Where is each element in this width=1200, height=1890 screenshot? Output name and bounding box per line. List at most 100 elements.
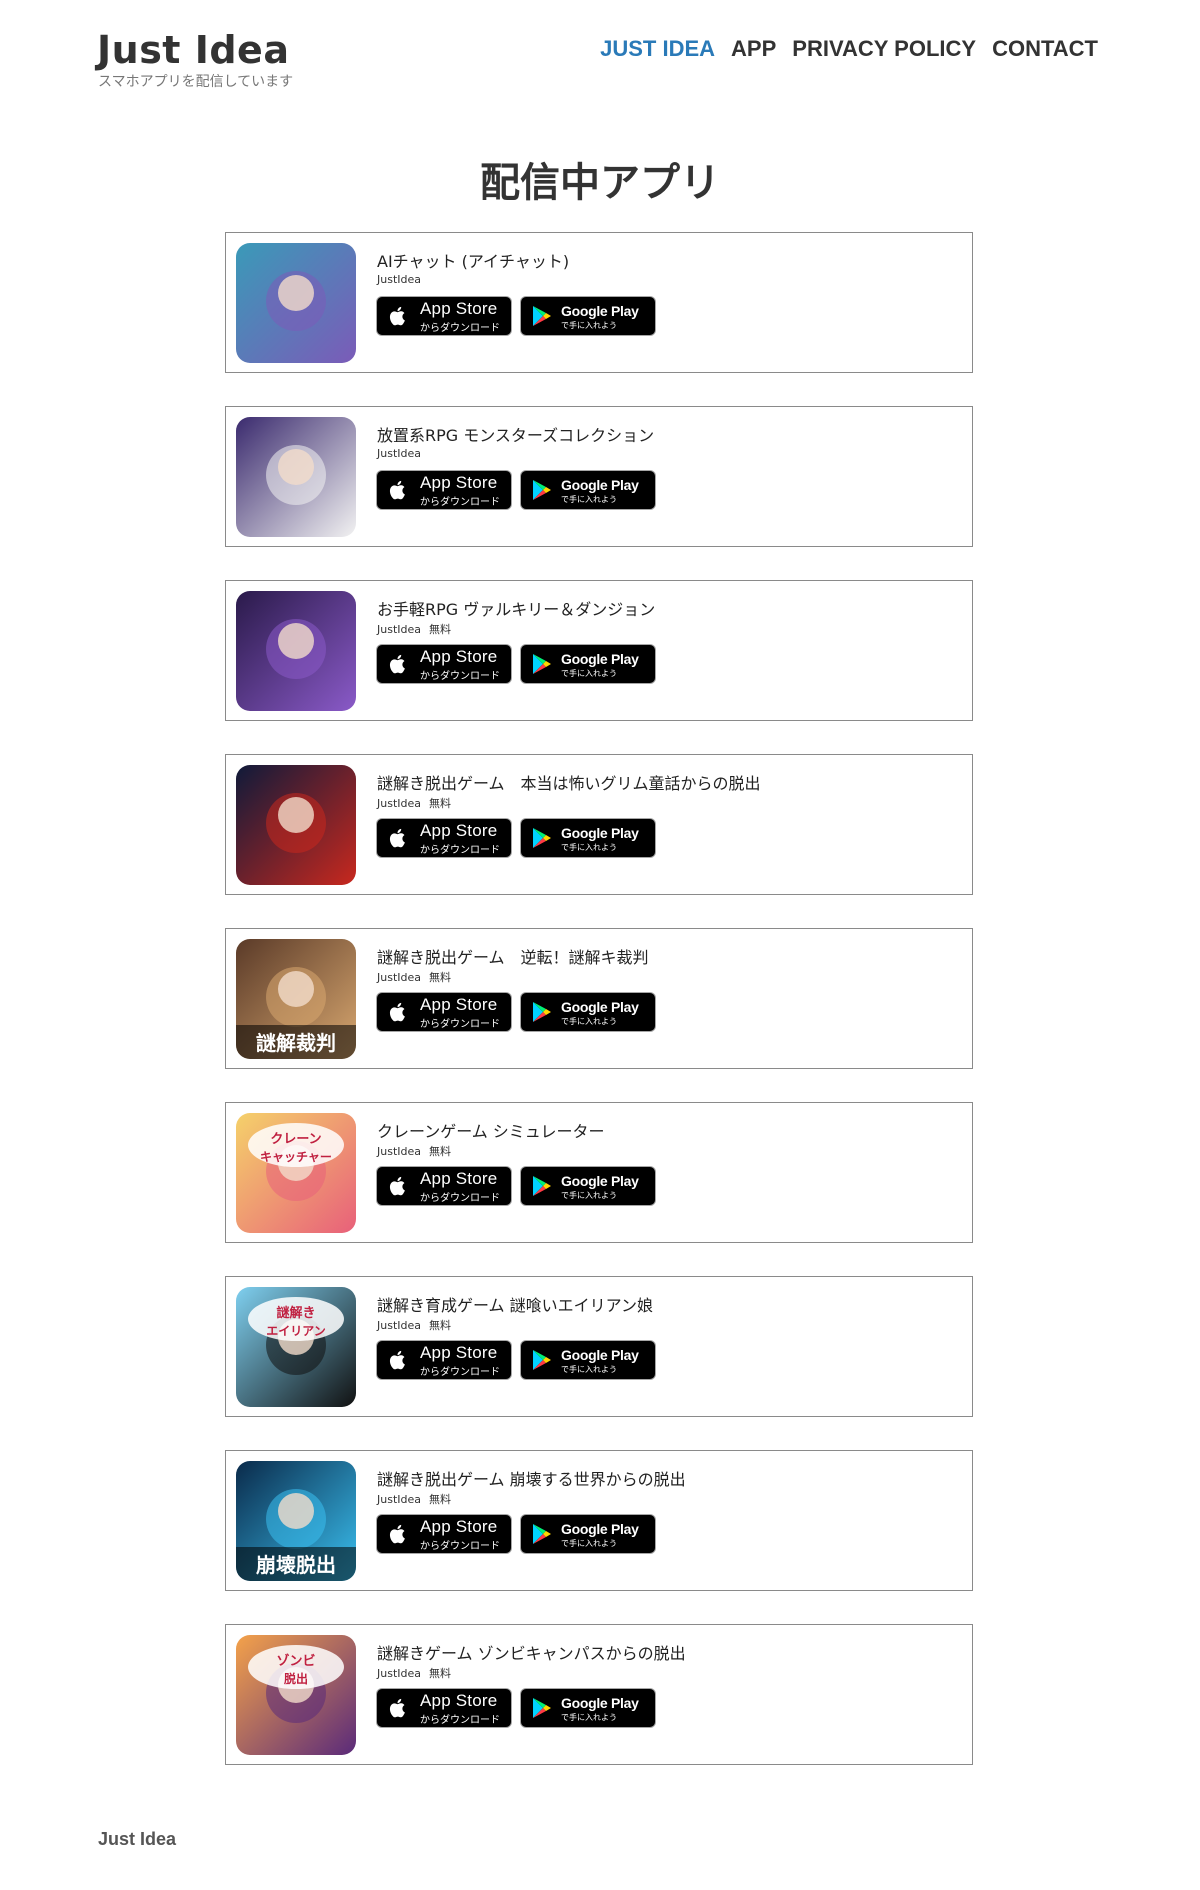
app-meta: JustIdea 無料 — [377, 1665, 451, 1681]
google-play-icon — [530, 826, 554, 850]
app-store-sublabel: からダウンロード — [420, 1541, 500, 1552]
app-store-button[interactable]: App Store からダウンロード — [377, 297, 511, 335]
ai-chat-girl-icon[interactable] — [236, 243, 356, 363]
apple-icon — [386, 826, 410, 850]
app-title: AIチャット (アイチャット) — [377, 252, 570, 271]
app-meta: JustIdea — [377, 273, 429, 286]
app-meta: JustIdea 無料 — [377, 969, 451, 985]
app-store-label: App Store — [420, 1169, 498, 1188]
apple-icon — [386, 1000, 410, 1024]
app-developer: JustIdea — [377, 1493, 421, 1506]
app-store-button[interactable]: App Store からダウンロード — [377, 1689, 511, 1727]
svg-text:謎解き: 謎解き — [276, 1305, 315, 1321]
google-play-label: Google Play — [561, 1521, 639, 1537]
app-developer: JustIdea — [377, 447, 421, 460]
site-tagline: スマホアプリを配信しています — [98, 74, 294, 90]
crane-catcher-icon[interactable]: クレーン キャッチャー — [236, 1113, 356, 1233]
nav-privacy-policy[interactable]: PRIVACY POLICY — [792, 36, 976, 62]
app-store-sublabel: からダウンロード — [420, 1019, 500, 1030]
app-price: 無料 — [429, 1667, 451, 1680]
google-play-sublabel: で手に入れよう — [561, 321, 617, 330]
store-badges: App Store からダウンロード Google Play で手に入れよう — [377, 993, 655, 1031]
svg-text:エイリアン: エイリアン — [266, 1324, 326, 1338]
google-play-label: Google Play — [561, 477, 639, 493]
page-title: 配信中アプリ — [480, 160, 720, 206]
app-developer: JustIdea — [377, 971, 421, 984]
app-card: クレーン キャッチャー クレーンゲーム シミュレーター JustIdea 無料 Ap… — [225, 1102, 973, 1243]
svg-text:脱出: 脱出 — [284, 1671, 308, 1686]
app-store-button[interactable]: App Store からダウンロード — [377, 471, 511, 509]
footer-text: Just Idea — [98, 1829, 177, 1849]
apple-icon — [386, 304, 410, 328]
app-list: AIチャット (アイチャット) JustIdea App Store からダウン… — [225, 232, 973, 1798]
apple-icon — [386, 478, 410, 502]
app-title: お手軽RPG ヴァルキリー＆ダンジョン — [377, 600, 656, 619]
google-play-label: Google Play — [561, 1347, 639, 1363]
svg-text:崩壊脱出: 崩壊脱出 — [256, 1553, 336, 1577]
google-play-icon — [530, 478, 554, 502]
app-store-label: App Store — [420, 1343, 498, 1362]
app-price: 無料 — [429, 1493, 451, 1506]
app-store-button[interactable]: App Store からダウンロード — [377, 1341, 511, 1379]
google-play-button[interactable]: Google Play で手に入れよう — [521, 1167, 655, 1205]
app-card: 謎解き エイリアン 謎解き育成ゲーム 謎喰いエイリアン娘 JustIdea 無料 A… — [225, 1276, 973, 1417]
app-price: 無料 — [429, 623, 451, 636]
app-card: AIチャット (アイチャット) JustIdea App Store からダウン… — [225, 232, 973, 373]
app-developer: JustIdea — [377, 1145, 421, 1158]
store-badges: App Store からダウンロード Google Play で手に入れよう — [377, 471, 655, 509]
apple-icon — [386, 1696, 410, 1720]
app-store-button[interactable]: App Store からダウンロード — [377, 993, 511, 1031]
app-store-button[interactable]: App Store からダウンロード — [377, 645, 511, 683]
google-play-button[interactable]: Google Play で手に入れよう — [521, 1341, 655, 1379]
collapse-city-icon[interactable]: 崩壊脱出 — [236, 1461, 356, 1581]
google-play-button[interactable]: Google Play で手に入れよう — [521, 471, 655, 509]
app-store-label: App Store — [420, 473, 498, 492]
google-play-icon — [530, 1348, 554, 1372]
apple-icon — [386, 1174, 410, 1198]
alien-girl-icon[interactable]: 謎解き エイリアン — [236, 1287, 356, 1407]
google-play-button[interactable]: Google Play で手に入れよう — [521, 297, 655, 335]
google-play-button[interactable]: Google Play で手に入れよう — [521, 819, 655, 857]
red-hood-icon[interactable] — [236, 765, 356, 885]
google-play-button[interactable]: Google Play で手に入れよう — [521, 1515, 655, 1553]
app-store-sublabel: からダウンロード — [420, 1367, 500, 1378]
main-nav: JUST IDEA APP PRIVACY POLICY CONTACT — [600, 36, 1098, 62]
app-store-label: App Store — [420, 647, 498, 666]
app-store-button[interactable]: App Store からダウンロード — [377, 819, 511, 857]
app-meta: JustIdea 無料 — [377, 1143, 451, 1159]
apple-icon — [386, 652, 410, 676]
app-meta: JustIdea 無料 — [377, 795, 451, 811]
nav-contact[interactable]: CONTACT — [992, 36, 1098, 62]
white-bird-monster-icon[interactable] — [236, 417, 356, 537]
app-store-sublabel: からダウンロード — [420, 845, 500, 856]
google-play-button[interactable]: Google Play で手に入れよう — [521, 993, 655, 1031]
google-play-label: Google Play — [561, 999, 639, 1015]
app-card: 崩壊脱出 謎解き脱出ゲーム 崩壊する世界からの脱出 JustIdea 無料 App… — [225, 1450, 973, 1591]
nav-app[interactable]: APP — [731, 36, 776, 62]
gavel-icon[interactable]: 謎解裁判 — [236, 939, 356, 1059]
google-play-sublabel: で手に入れよう — [561, 495, 617, 504]
app-meta: JustIdea 無料 — [377, 1317, 451, 1333]
nav-just-idea[interactable]: JUST IDEA — [600, 36, 715, 62]
site-title[interactable]: Just Idea — [97, 28, 289, 72]
app-store-button[interactable]: App Store からダウンロード — [377, 1515, 511, 1553]
app-store-label: App Store — [420, 995, 498, 1014]
zombie-girl-icon[interactable]: ゾンビ 脱出 — [236, 1635, 356, 1755]
site-header: Just Idea スマホアプリを配信しています JUST IDEA APP P… — [0, 0, 1200, 110]
google-play-button[interactable]: Google Play で手に入れよう — [521, 645, 655, 683]
store-badges: App Store からダウンロード Google Play で手に入れよう — [377, 1167, 655, 1205]
app-title: 謎解き脱出ゲーム 本当は怖いグリム童話からの脱出 — [377, 774, 761, 793]
app-developer: JustIdea — [377, 1667, 421, 1680]
valkyrie-girl-icon[interactable] — [236, 591, 356, 711]
svg-text:ゾンビ: ゾンビ — [276, 1653, 315, 1669]
google-play-label: Google Play — [561, 1695, 639, 1711]
app-store-button[interactable]: App Store からダウンロード — [377, 1167, 511, 1205]
store-badges: App Store からダウンロード Google Play で手に入れよう — [377, 1689, 655, 1727]
google-play-sublabel: で手に入れよう — [561, 1017, 617, 1026]
app-meta: JustIdea 無料 — [377, 1491, 451, 1507]
google-play-sublabel: で手に入れよう — [561, 1713, 617, 1722]
google-play-sublabel: で手に入れよう — [561, 1539, 617, 1548]
google-play-icon — [530, 1696, 554, 1720]
google-play-button[interactable]: Google Play で手に入れよう — [521, 1689, 655, 1727]
app-store-label: App Store — [420, 299, 498, 318]
